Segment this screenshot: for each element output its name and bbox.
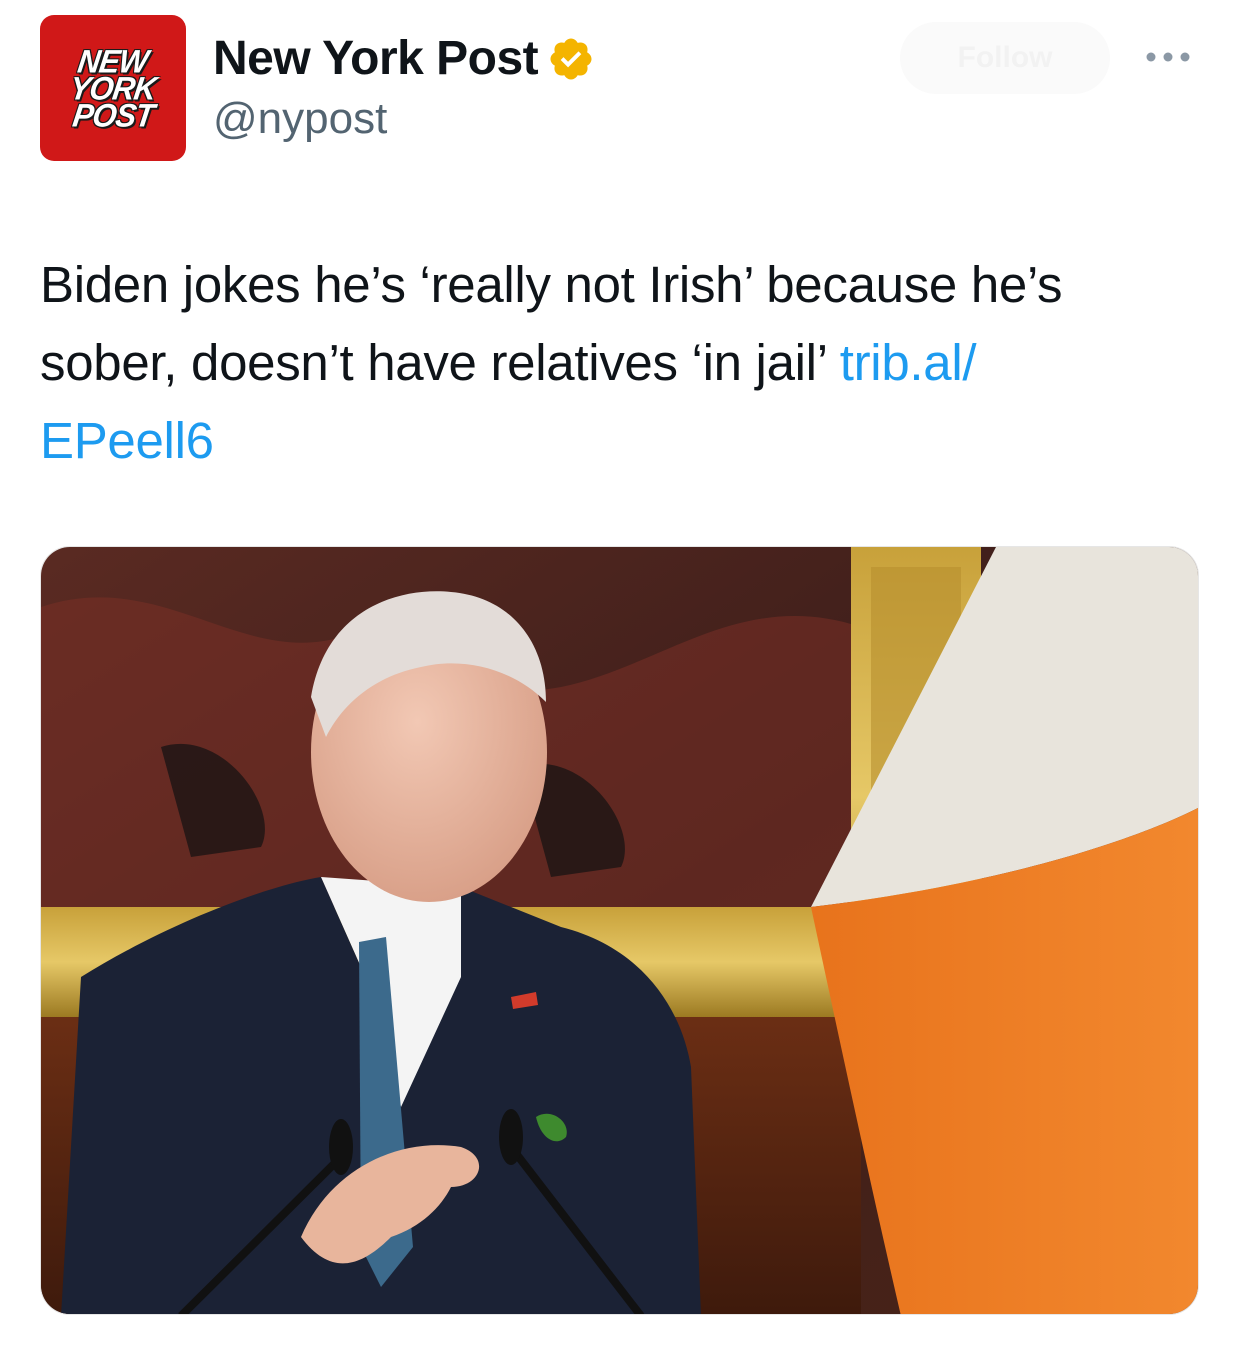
verified-badge-icon: [550, 38, 592, 80]
tweet-text: Biden jokes he’s ‘really not Irish’ beca…: [40, 246, 1210, 480]
tweet-link-continued[interactable]: EPeell6: [40, 402, 1210, 480]
follow-button[interactable]: Follow: [900, 22, 1110, 94]
tweet-text-line-1: Biden jokes he’s ‘really not Irish’ beca…: [40, 256, 1063, 313]
tweet-text-line-2-body: sober, doesn’t have relatives ‘in jail’: [40, 334, 826, 391]
photo-image: [41, 547, 1198, 1314]
avatar[interactable]: NEW YORK POST: [40, 15, 186, 161]
author-handle[interactable]: @nypost: [213, 94, 387, 144]
logo-text-post: POST: [70, 96, 156, 134]
author-name-row: New York Post: [213, 30, 595, 88]
tweet-link[interactable]: trib.al/: [840, 334, 977, 391]
author-display-name[interactable]: New York Post: [213, 30, 539, 88]
tweet-text-line-2: sober, doesn’t have relatives ‘in jail’ …: [40, 324, 1210, 402]
more-horizontal-icon[interactable]: [1144, 50, 1192, 64]
tweet-media-photo[interactable]: [40, 546, 1199, 1315]
